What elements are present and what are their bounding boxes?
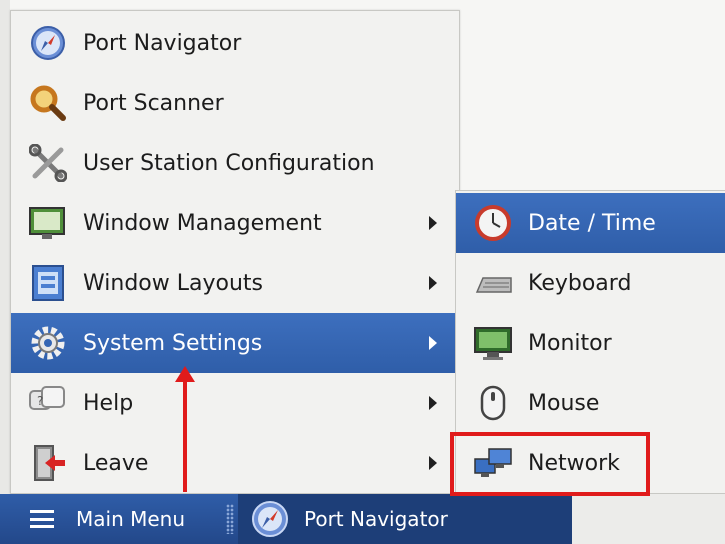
menu-item-label: User Station Configuration: [83, 150, 375, 176]
menu-item-leave[interactable]: Leave: [11, 433, 459, 493]
annotation-highlight-box: [450, 432, 650, 496]
window-icon: [25, 200, 71, 246]
leave-icon: [25, 440, 71, 486]
menu-item-label: System Settings: [83, 330, 263, 356]
menu-item-label: Port Scanner: [83, 90, 224, 116]
menu-item-window-management[interactable]: Window Management: [11, 193, 459, 253]
main-menu: Port Navigator Port Scanner User Station…: [10, 10, 460, 494]
desktop-edge: [0, 0, 10, 494]
submenu-arrow-icon: [429, 276, 437, 290]
main-menu-label: Main Menu: [76, 507, 186, 531]
taskbar: Main Menu Port Navigator: [0, 494, 725, 544]
gear-icon: [25, 320, 71, 366]
taskbar-grip-handle[interactable]: [226, 504, 234, 534]
submenu-item-mouse[interactable]: Mouse: [456, 373, 725, 433]
submenu-arrow-icon: [429, 216, 437, 230]
clock-icon: [470, 200, 516, 246]
layouts-icon: [25, 260, 71, 306]
menu-item-port-navigator[interactable]: Port Navigator: [11, 13, 459, 73]
menu-item-port-scanner[interactable]: Port Scanner: [11, 73, 459, 133]
keyboard-icon: [470, 260, 516, 306]
submenu-item-label: Mouse: [528, 390, 600, 416]
annotation-arrowhead: [175, 366, 195, 382]
submenu-item-date-time[interactable]: Date / Time: [456, 193, 725, 253]
submenu-item-label: Monitor: [528, 330, 612, 356]
submenu-arrow-icon: [429, 396, 437, 410]
mouse-icon: [470, 380, 516, 426]
menu-item-label: Window Management: [83, 210, 322, 236]
submenu-item-monitor[interactable]: Monitor: [456, 313, 725, 373]
submenu-arrow-icon: [429, 336, 437, 350]
submenu-item-label: Date / Time: [528, 210, 656, 236]
menu-item-window-layouts[interactable]: Window Layouts: [11, 253, 459, 313]
svg-text:?: ?: [37, 394, 43, 408]
submenu-item-keyboard[interactable]: Keyboard: [456, 253, 725, 313]
menu-item-label: Help: [83, 390, 134, 416]
monitor-icon: [470, 320, 516, 366]
menu-item-system-settings[interactable]: System Settings: [11, 313, 459, 373]
hamburger-icon: [30, 510, 54, 528]
menu-item-user-station-configuration[interactable]: User Station Configuration: [11, 133, 459, 193]
compass-icon: [250, 499, 290, 539]
compass-icon: [25, 20, 71, 66]
annotation-arrow: [183, 372, 187, 492]
main-menu-button[interactable]: Main Menu: [10, 494, 225, 544]
submenu-item-label: Keyboard: [528, 270, 632, 296]
help-icon: ?: [25, 380, 71, 426]
tools-icon: [25, 140, 71, 186]
menu-item-label: Port Navigator: [83, 30, 242, 56]
task-button-label: Port Navigator: [304, 507, 448, 531]
menu-item-label: Leave: [83, 450, 149, 476]
menu-item-help[interactable]: ? Help: [11, 373, 459, 433]
menu-item-label: Window Layouts: [83, 270, 263, 296]
task-button-port-navigator[interactable]: Port Navigator: [238, 494, 572, 544]
submenu-arrow-icon: [429, 456, 437, 470]
magnifier-icon: [25, 80, 71, 126]
